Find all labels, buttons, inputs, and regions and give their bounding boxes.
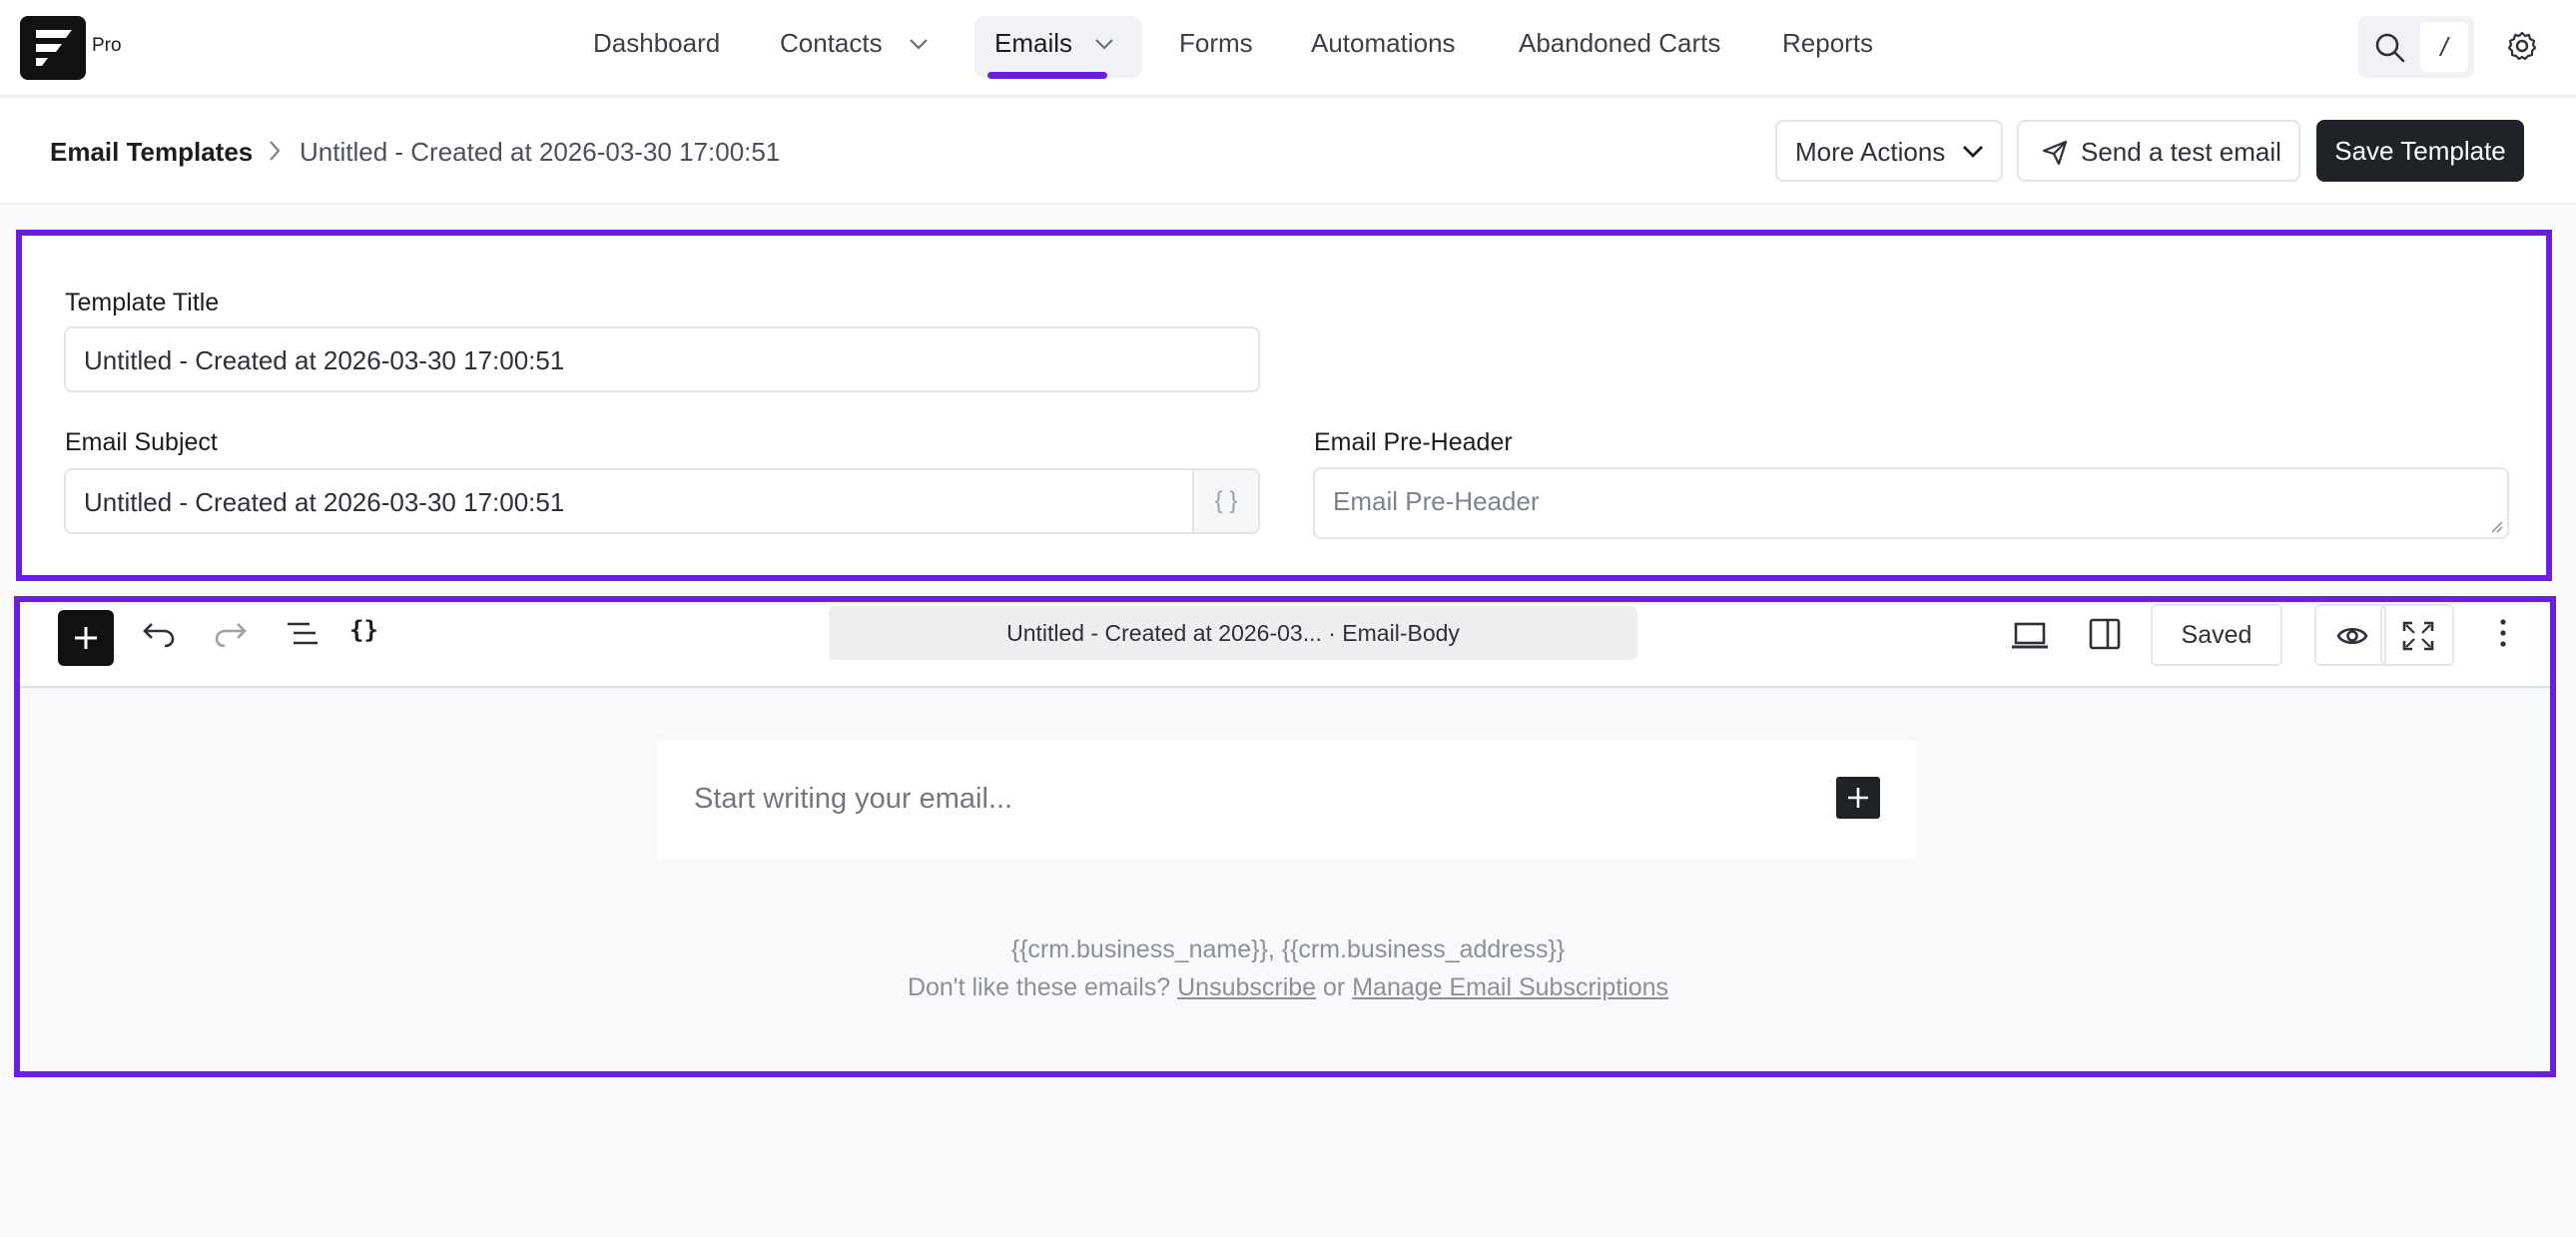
email-subject-value: Untitled - Created at 2026-03-30 17:00:5… — [84, 487, 565, 517]
fullscreen-button[interactable] — [2380, 604, 2454, 666]
add-block-button[interactable] — [1836, 777, 1880, 819]
shortcode-button[interactable]: {} — [349, 616, 378, 644]
plus-icon — [75, 627, 97, 649]
preview-button[interactable] — [2314, 604, 2386, 666]
search-button[interactable]: / — [2358, 16, 2474, 78]
logo-icon — [36, 30, 72, 66]
undo-icon[interactable] — [142, 620, 176, 648]
subject-shortcode-button[interactable]: { } — [1192, 470, 1258, 532]
breadcrumb-current: Untitled - Created at 2026-03-30 17:00:5… — [300, 137, 781, 167]
plus-icon — [1848, 788, 1868, 808]
nav-reports[interactable]: Reports — [1782, 28, 1873, 59]
more-options-icon[interactable] — [2498, 618, 2508, 648]
email-subject-input[interactable]: Untitled - Created at 2026-03-30 17:00:5… — [64, 468, 1260, 534]
document-title-bar[interactable]: Untitled - Created at 2026-03... · Email… — [829, 606, 1637, 660]
nav-automations[interactable]: Automations — [1311, 28, 1456, 59]
eye-icon — [2336, 627, 2368, 645]
breadcrumb-email-templates[interactable]: Email Templates — [50, 137, 253, 168]
save-template-button[interactable]: Save Template — [2316, 120, 2524, 182]
top-nav: Pro Dashboard Contacts Emails Forms Auto… — [0, 0, 2576, 97]
manage-subscriptions-link[interactable]: Manage Email Subscriptions — [1352, 973, 1668, 1001]
footer-prefix: Don't like these emails? — [907, 973, 1171, 1001]
template-title-value: Untitled - Created at 2026-03-30 17:00:5… — [84, 345, 565, 375]
fullscreen-icon — [2402, 621, 2434, 651]
footer-or: or — [1323, 973, 1346, 1001]
email-preheader-placeholder: Email Pre-Header — [1333, 486, 1540, 516]
list-view-icon[interactable] — [286, 620, 320, 648]
template-title-label: Template Title — [65, 289, 220, 316]
template-title-input[interactable]: Untitled - Created at 2026-03-30 17:00:5… — [64, 326, 1260, 392]
page-header: Email Templates Untitled - Created at 20… — [0, 99, 2576, 205]
search-shortcut-key: / — [2420, 22, 2468, 72]
email-body-block[interactable]: Start writing your email... — [658, 741, 1916, 859]
chevron-down-icon — [1963, 146, 1983, 158]
send-test-email-label: Send a test email — [2081, 137, 2281, 167]
gear-icon[interactable] — [2506, 30, 2538, 62]
desktop-preview-icon[interactable] — [2011, 622, 2049, 650]
nav-forms[interactable]: Forms — [1179, 28, 1253, 59]
email-preheader-input[interactable]: Email Pre-Header — [1313, 467, 2509, 539]
emails-chevron-down-icon[interactable] — [1094, 38, 1114, 50]
email-subject-label: Email Subject — [65, 428, 218, 456]
search-icon — [2375, 33, 2405, 63]
saved-status[interactable]: Saved — [2151, 604, 2282, 666]
send-test-email-button[interactable]: Send a test email — [2017, 120, 2300, 182]
nav-contacts[interactable]: Contacts — [780, 28, 883, 59]
redo-icon[interactable] — [214, 620, 248, 648]
nav-dashboard[interactable]: Dashboard — [593, 28, 720, 59]
footer-business-info: {{crm.business_name}}, {{crm.business_ad… — [1010, 935, 1566, 963]
pro-badge: Pro — [92, 35, 122, 56]
resize-handle-icon[interactable] — [2489, 519, 2503, 533]
logo[interactable] — [20, 16, 86, 80]
email-body-placeholder: Start writing your email... — [694, 783, 1013, 815]
unsubscribe-link[interactable]: Unsubscribe — [1177, 973, 1316, 1001]
more-actions-button[interactable]: More Actions — [1775, 120, 2003, 182]
footer-unsubscribe-line: Don't like these emails? Unsubscribe or … — [0, 973, 2576, 1002]
chevron-right-icon — [270, 141, 281, 161]
editor-toolbar: {} Untitled - Created at 2026-03... · Em… — [20, 602, 2550, 688]
nav-abandoned-carts[interactable]: Abandoned Carts — [1519, 28, 1720, 59]
email-preheader-label: Email Pre-Header — [1314, 428, 1513, 456]
paper-plane-icon — [2042, 140, 2068, 166]
nav-active-underline — [987, 72, 1107, 79]
contacts-chevron-down-icon[interactable] — [909, 38, 929, 50]
sidebar-toggle-icon[interactable] — [2089, 618, 2121, 650]
nav-emails[interactable]: Emails — [994, 28, 1072, 59]
more-actions-label: More Actions — [1795, 137, 1946, 167]
block-inserter-button[interactable] — [58, 610, 114, 666]
